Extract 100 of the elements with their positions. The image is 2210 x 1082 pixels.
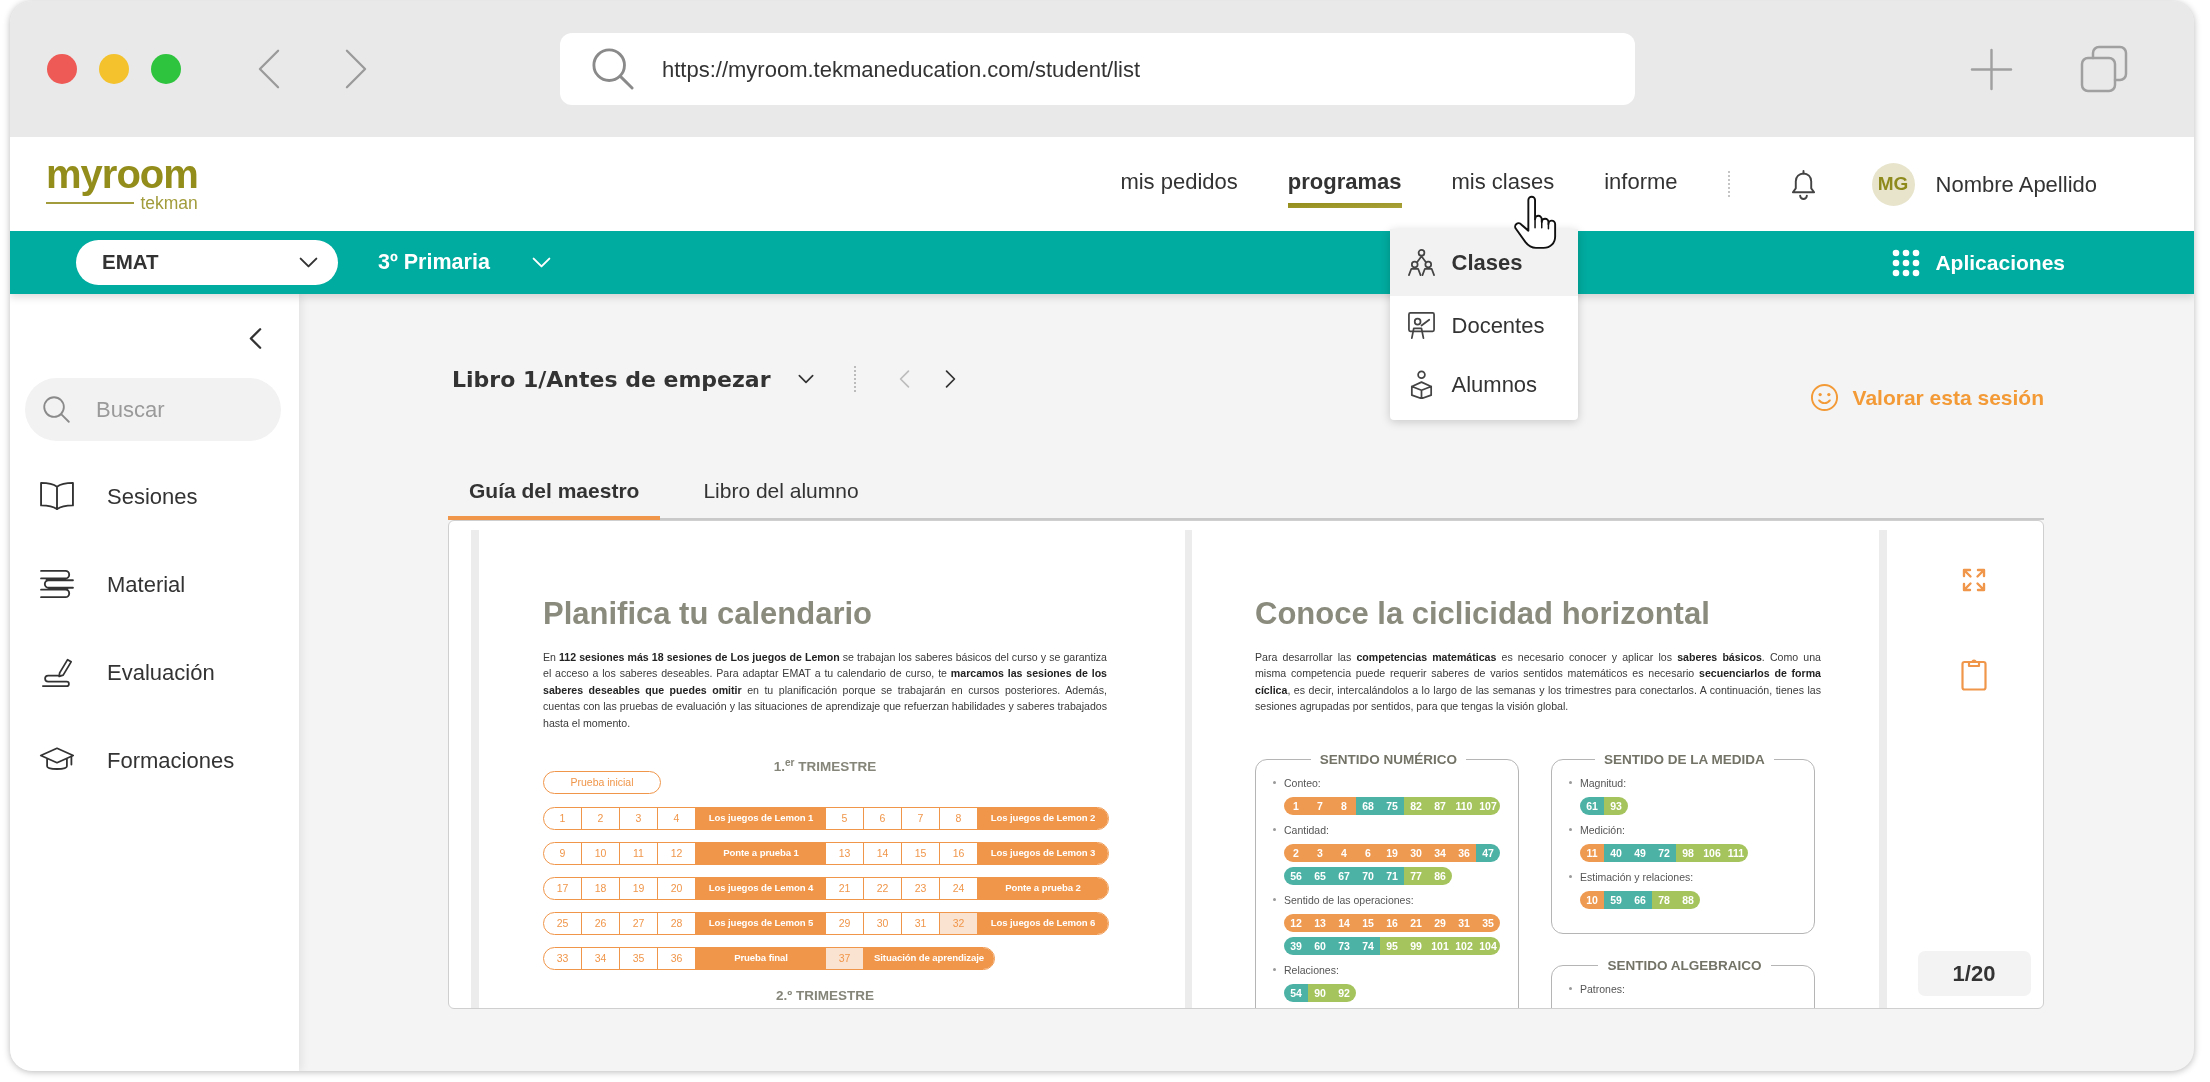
session-number: 30 [1409,845,1423,861]
dots-grid-icon [1892,248,1921,277]
page-indicator: 1/20 [1917,951,2031,996]
window-minimize-icon[interactable] [99,54,129,84]
tab[interactable]: Libro del alumno [682,465,880,520]
session-number: 65 [1313,868,1327,884]
session-number: 6 [864,808,902,830]
topic-label: Estimación y relaciones: [1580,869,1694,884]
user-name[interactable]: Nombre Apellido [1935,167,2097,201]
session-number: 59 [1609,892,1623,908]
sidebar-item[interactable]: Material [10,540,299,628]
book-selector[interactable]: Libro 1/Antes de empezar [448,359,814,399]
nav-link[interactable]: informe [1604,164,1678,208]
session-number: 17 [544,878,582,900]
term-heading: 1.$^{er}$ TRIMESTRE [773,758,877,777]
session-number: 36 [1457,845,1471,861]
session-number: 34 [1433,845,1447,861]
menu-item[interactable]: Alumnos [1389,355,1578,414]
chevron-left-icon[interactable] [249,327,262,350]
session-number: 29 [826,913,864,935]
activity-banner: Los juegos de Lemon 2 [978,808,1108,830]
session-number: 77 [1409,868,1423,884]
search-icon [43,396,70,423]
nav-link[interactable]: mis clases [1451,164,1555,208]
page-intro: En 112 sesiones más 18 sesiones de Los juegos de Lemon se trabajan los saberes básicos del curso y se garantiza el acceso a los saberes deseables. Para adaptar EMAT a tu calendario de curso, te marcamos las sesiones de los saberes deseables que puedes omitir en tu planificación porque se trabajarán en cursos posteriores. Además, cuentas con las pruebas de evaluación y las situaciones de aprendizaje que refuerzan habilidades y saberes trabajados hasta el momento. [543,650,1107,731]
session-number: 11 [1585,845,1599,861]
session-number: 3 [620,808,658,830]
address-bar[interactable]: https://myroom.tekmaneducation.com/student/list [560,33,1635,105]
session-number: 60 [1313,938,1327,954]
session-number: 74 [1361,938,1375,954]
session-number: 5 [826,808,864,830]
session-number: 22 [864,878,902,900]
session-number: 67 [1337,868,1351,884]
sidebar-item[interactable]: Sesiones [10,452,299,540]
expand-icon[interactable] [1961,567,1987,593]
session-number: 32 [940,913,978,935]
session-number: 75 [1385,798,1399,814]
logo-tagline: tekman [140,194,198,212]
session-number: 7 [902,808,940,830]
session-number: 102 [1454,938,1474,954]
session-number: 19 [620,878,658,900]
open-book-icon [39,481,75,511]
nav-link[interactable]: mis pedidos [1120,164,1238,208]
session-number: 23 [902,878,940,900]
session-number: 8 [1340,798,1348,814]
activity-banner: Situación de aprendizaje [864,948,994,970]
session-number: 21 [1409,915,1423,931]
window-close-icon[interactable] [47,54,77,84]
session-number: 27 [620,913,658,935]
menu-item[interactable]: Docentes [1389,296,1578,355]
session-number: 107 [1478,798,1498,814]
search-field[interactable]: Buscar [25,378,281,441]
session-number: 9 [544,843,582,865]
activity-banner: Los juegos de Lemon 1 [696,808,826,830]
activity-banner: Ponte a prueba 2 [978,878,1108,900]
session-number: 2 [1292,845,1300,861]
bullet-icon [1273,828,1276,832]
program-select[interactable]: EMAT [76,240,338,285]
chevron-right-icon[interactable] [944,369,956,389]
session-number: 21 [826,878,864,900]
session-number: 18 [582,878,620,900]
panel-heading: SENTIDO DE LA MEDIDA [1603,751,1766,768]
activity-banner: Los juegos de Lemon 4 [696,878,826,900]
session-number: 72 [1657,845,1671,861]
sidebar-item[interactable]: Evaluación [10,628,299,716]
session-number: 11 [620,843,658,865]
session-number: 2 [582,808,620,830]
smiley-icon [1809,383,1839,413]
chevron-down-icon [299,257,318,268]
session-number: 19 [1385,845,1399,861]
session-number: 106 [1702,845,1722,861]
session-number: 4 [1340,845,1348,861]
bullet-icon [1569,875,1572,879]
bell-icon[interactable] [1789,168,1817,200]
overlapping-squares-icon[interactable] [2080,45,2128,93]
session-number: 110 [1454,798,1474,814]
clipboard-icon[interactable] [1961,657,1987,691]
session-number: 78 [1657,892,1671,908]
session-number: 10 [582,843,620,865]
session-number: 26 [582,913,620,935]
session-number: 70 [1361,868,1375,884]
session-number: 13 [1313,915,1327,931]
session-number: 31 [1457,915,1471,931]
menu-item[interactable]: Clases [1389,229,1578,296]
plus-icon[interactable] [1970,47,2013,91]
session-number: 6 [1364,845,1372,861]
activity-banner: Los juegos de Lemon 5 [696,913,826,935]
session-number: 93 [1609,798,1623,814]
session-number: 1 [1292,798,1300,814]
session-number: 49 [1633,845,1647,861]
session-number: 15 [902,843,940,865]
window-maximize-icon[interactable] [151,54,181,84]
sidebar-item[interactable]: Formaciones [10,716,299,804]
bullet-icon [1569,987,1572,991]
session-number: 39 [1289,938,1303,954]
bullet-icon [1273,781,1276,785]
stack-icon [39,569,75,599]
topic-label: Conteo: [1284,775,1321,790]
url-text: https://myroom.tekmaneducation.com/student/list [662,55,1141,84]
people-icon [1406,248,1436,277]
